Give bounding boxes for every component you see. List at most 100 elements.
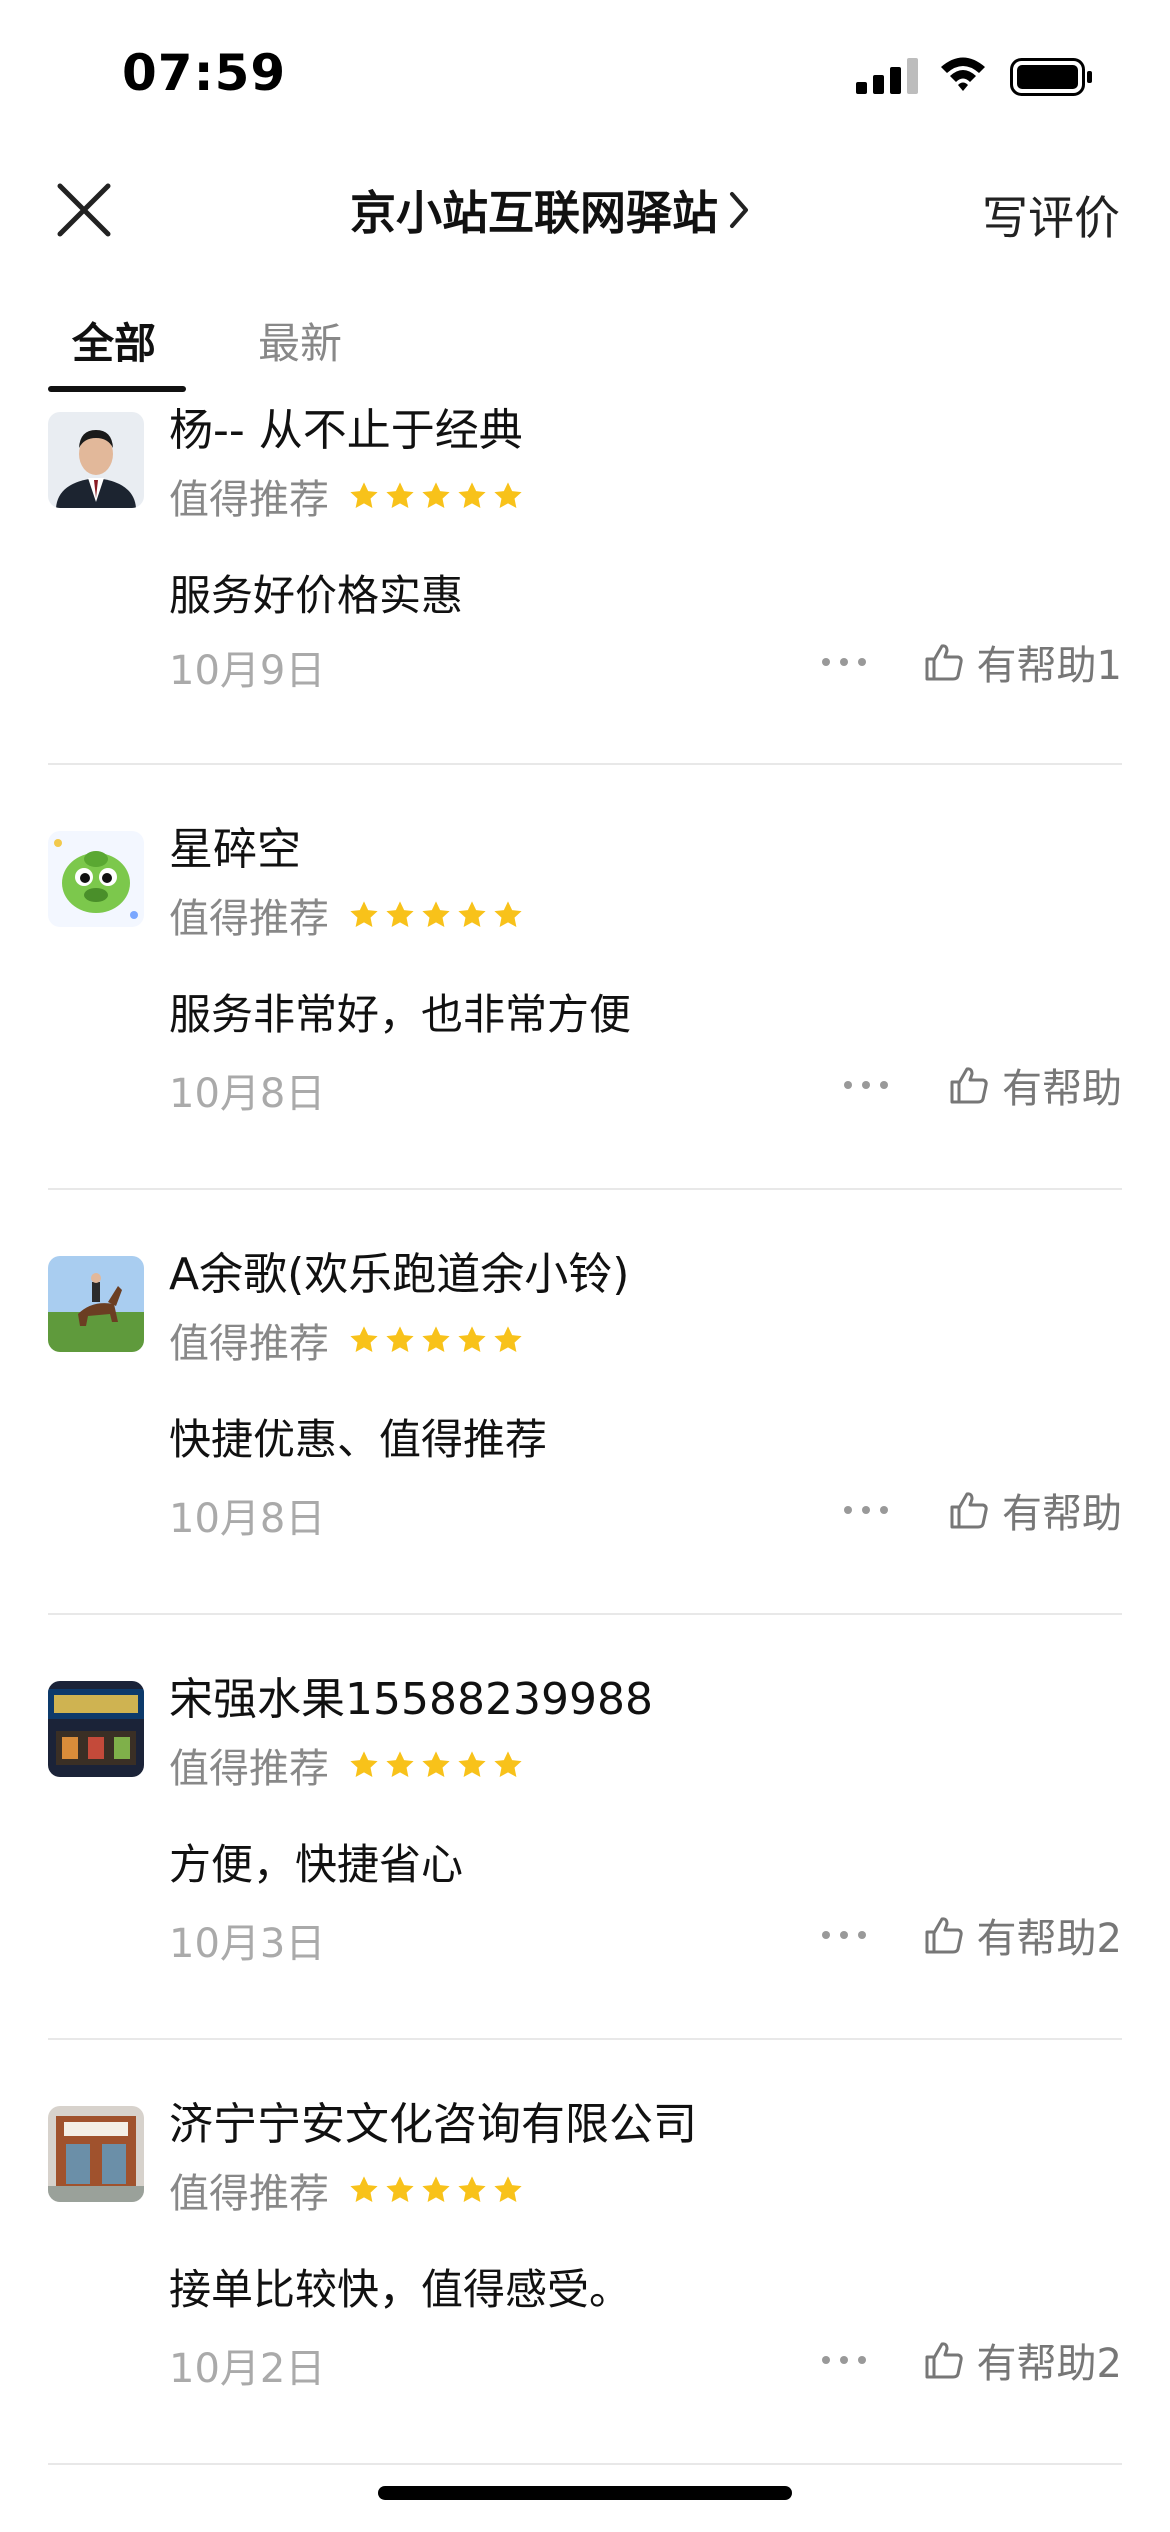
rating-row: 值得推荐 <box>169 1733 1122 1797</box>
review-date: 10月3日 <box>169 1921 326 1967</box>
review-list: 杨-- 从不止于经典 值得推荐 服务好价格实惠 10月9日 有帮助1 星碎空 值… <box>48 392 1122 2465</box>
chevron-right-icon <box>730 192 748 228</box>
review-text: 服务好价格实惠 <box>169 571 464 620</box>
app-screen: 07:59 京小站互联网驿站 写评价 全部 最新 杨-- 从不止于经典 值得推荐… <box>0 0 1170 2532</box>
more-icon[interactable] <box>816 648 872 676</box>
helpful-label: 有帮助 <box>1002 1491 1122 1537</box>
thumbs-up-icon <box>925 2342 963 2379</box>
more-icon[interactable] <box>816 1921 872 1949</box>
helpful-button[interactable]: 有帮助1 <box>923 632 1122 692</box>
review-text: 接单比较快，值得感受。 <box>169 2265 632 2314</box>
more-icon[interactable] <box>838 1496 894 1524</box>
review-footer: 10月8日 有帮助 <box>169 1480 1122 1542</box>
star-icon <box>422 901 450 927</box>
star-icon <box>386 2176 414 2202</box>
star-icon <box>422 1751 450 1777</box>
star-icon <box>494 482 522 508</box>
store-title-link[interactable]: 京小站互联网驿站 <box>350 178 750 242</box>
helpful-label: 有帮助2 <box>976 2341 1122 2387</box>
star-rating <box>347 2174 527 2206</box>
thumbs-up-icon <box>925 1917 963 1954</box>
nav-header: 京小站互联网驿站 写评价 <box>0 160 1170 260</box>
star-icon <box>458 1326 486 1352</box>
helpful-button[interactable]: 有帮助 <box>948 1480 1122 1540</box>
more-icon[interactable] <box>816 2346 872 2374</box>
avatar[interactable] <box>48 1681 144 1777</box>
star-icon <box>458 901 486 927</box>
rating-label: 值得推荐 <box>169 1321 329 1367</box>
star-icon <box>350 901 378 927</box>
review-item: 宋强水果15588239988 值得推荐 方便，快捷省心 10月3日 有帮助2 <box>48 1615 1122 2040</box>
helpful-label: 有帮助2 <box>976 1916 1122 1962</box>
thumbs-up-icon <box>925 644 963 681</box>
helpful-button[interactable]: 有帮助2 <box>923 2330 1122 2390</box>
review-text: 服务非常好，也非常方便 <box>169 990 632 1039</box>
review-date: 10月8日 <box>169 1071 326 1117</box>
review-footer: 10月8日 有帮助 <box>169 1055 1122 1117</box>
star-icon <box>386 482 414 508</box>
rating-label: 值得推荐 <box>169 2171 329 2217</box>
helpful-label: 有帮助 <box>1002 1066 1122 1112</box>
review-item: 星碎空 值得推荐 服务非常好，也非常方便 10月8日 有帮助 <box>48 765 1122 1190</box>
star-rating <box>347 480 527 512</box>
status-time: 07:59 <box>122 44 287 102</box>
review-date: 10月9日 <box>169 648 326 694</box>
star-icon <box>350 1326 378 1352</box>
reviewer-name[interactable]: A余歌(欢乐跑道余小铃) <box>169 1246 1122 1304</box>
star-icon <box>350 1751 378 1777</box>
thumbs-up-icon <box>950 1492 988 1529</box>
page-title: 京小站互联网驿站 <box>350 186 718 240</box>
avatar[interactable] <box>48 1256 144 1352</box>
review-footer: 10月2日 有帮助2 <box>169 2330 1122 2392</box>
star-icon <box>350 482 378 508</box>
rating-row: 值得推荐 <box>169 2158 1122 2222</box>
rating-label: 值得推荐 <box>169 1746 329 1792</box>
battery-icon <box>1010 58 1092 96</box>
tab-latest[interactable]: 最新 <box>258 310 342 371</box>
review-text: 方便，快捷省心 <box>169 1840 464 1889</box>
reviewer-name[interactable]: 济宁宁安文化咨询有限公司 <box>169 2096 1122 2154</box>
star-icon <box>386 901 414 927</box>
helpful-label: 有帮助1 <box>976 643 1122 689</box>
cellular-signal-icon <box>856 58 918 94</box>
review-text: 快捷优惠、值得推荐 <box>169 1415 548 1464</box>
review-item: 济宁宁安文化咨询有限公司 值得推荐 接单比较快，值得感受。 10月2日 有帮助2 <box>48 2040 1122 2465</box>
star-icon <box>494 901 522 927</box>
wifi-icon <box>941 57 985 91</box>
star-icon <box>458 1751 486 1777</box>
star-icon <box>350 2176 378 2202</box>
reviewer-name[interactable]: 星碎空 <box>169 821 1122 879</box>
star-icon <box>494 1751 522 1777</box>
star-icon <box>386 1326 414 1352</box>
star-rating <box>347 1324 527 1356</box>
reviewer-name[interactable]: 宋强水果15588239988 <box>169 1671 1122 1729</box>
review-footer: 10月9日 有帮助1 <box>169 632 1122 694</box>
review-item: A余歌(欢乐跑道余小铃) 值得推荐 快捷优惠、值得推荐 10月8日 有帮助 <box>48 1190 1122 1615</box>
rating-row: 值得推荐 <box>169 464 1122 528</box>
star-icon <box>494 2176 522 2202</box>
thumbs-up-icon <box>950 1067 988 1104</box>
rating-row: 值得推荐 <box>169 1308 1122 1372</box>
review-footer: 10月3日 有帮助2 <box>169 1905 1122 1967</box>
reviewer-name[interactable]: 杨-- 从不止于经典 <box>169 402 1122 460</box>
star-icon <box>494 1326 522 1352</box>
write-review-button[interactable]: 写评价 <box>982 182 1120 248</box>
review-tabs: 全部 最新 <box>48 300 1122 392</box>
review-date: 10月2日 <box>169 2346 326 2392</box>
helpful-button[interactable]: 有帮助 <box>948 1055 1122 1115</box>
home-indicator[interactable] <box>378 2486 792 2500</box>
close-icon[interactable] <box>52 178 116 242</box>
star-icon <box>422 2176 450 2202</box>
star-icon <box>386 1751 414 1777</box>
star-icon <box>422 1326 450 1352</box>
helpful-button[interactable]: 有帮助2 <box>923 1905 1122 1965</box>
more-icon[interactable] <box>838 1071 894 1099</box>
avatar[interactable] <box>48 831 144 927</box>
avatar[interactable] <box>48 2106 144 2202</box>
tab-all[interactable]: 全部 <box>72 310 156 371</box>
star-icon <box>458 482 486 508</box>
star-icon <box>422 482 450 508</box>
avatar[interactable] <box>48 412 144 508</box>
star-icon <box>458 2176 486 2202</box>
review-date: 10月8日 <box>169 1496 326 1542</box>
